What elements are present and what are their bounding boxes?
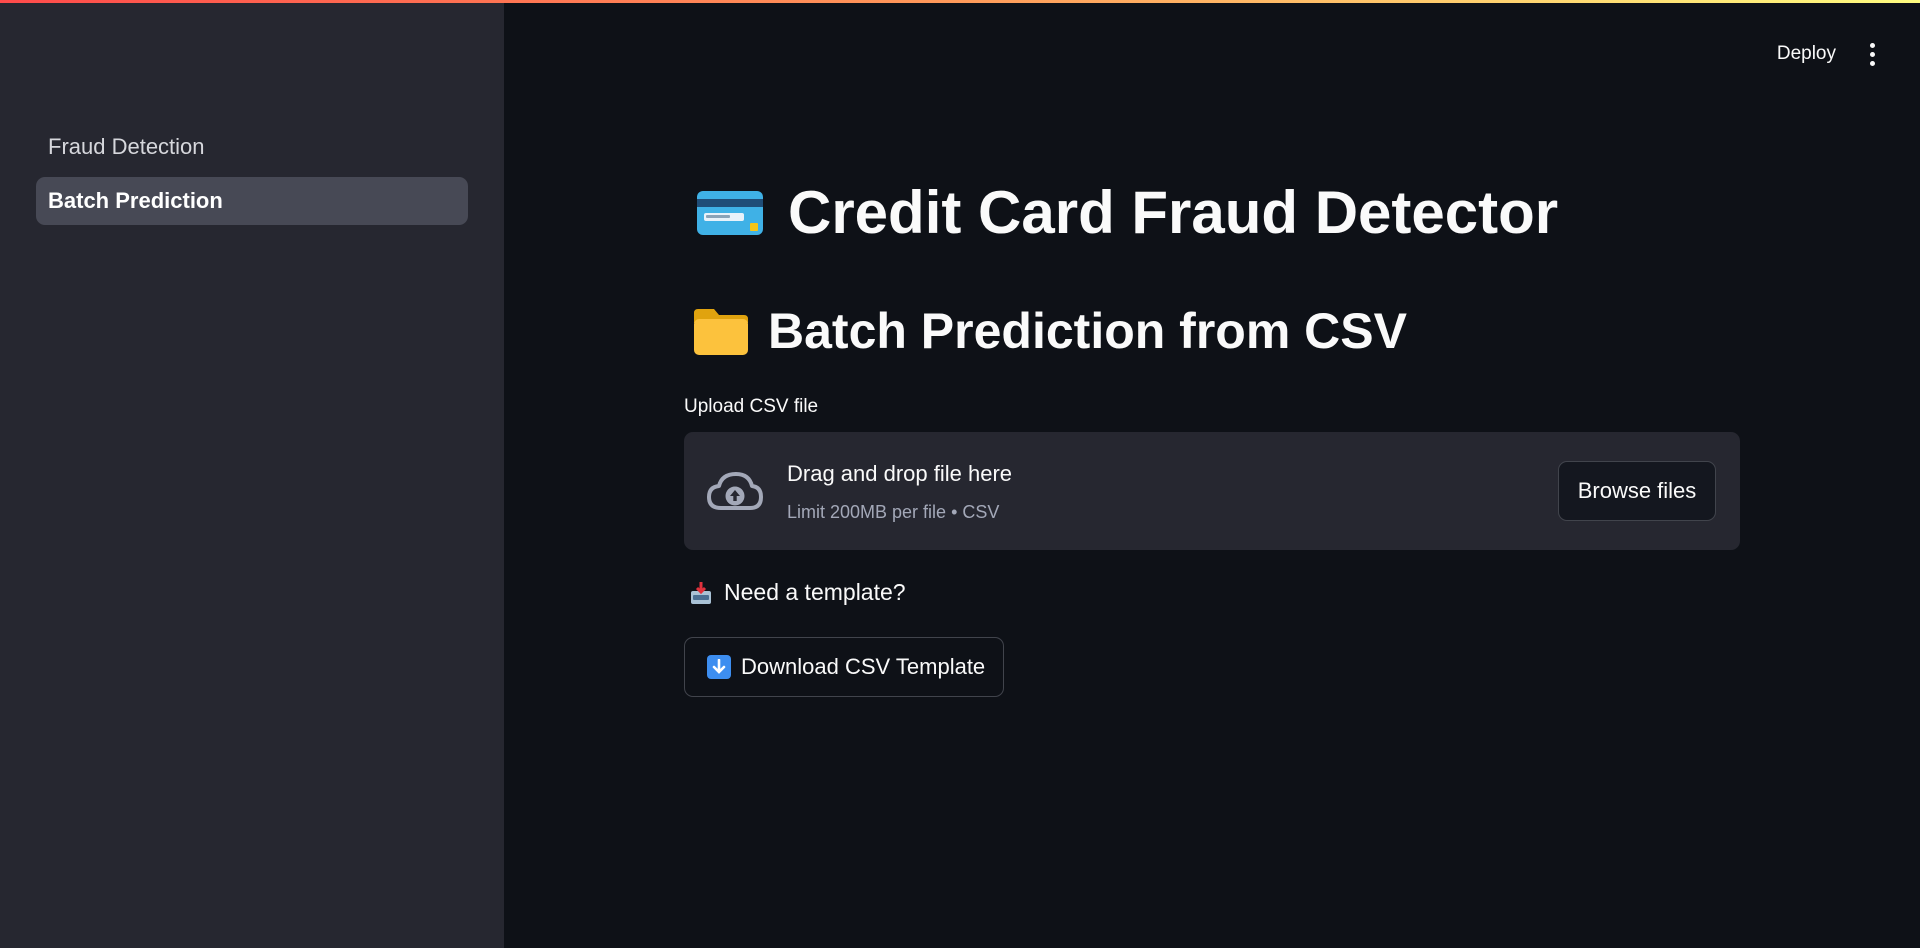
sidebar: Fraud Detection Batch Prediction <box>0 0 504 948</box>
page-title: Credit Card Fraud Detector <box>788 179 1559 246</box>
kebab-menu-icon[interactable] <box>1862 40 1882 68</box>
sidebar-item-label: Fraud Detection <box>48 134 205 159</box>
folder-icon <box>694 309 748 355</box>
down-arrow-icon <box>707 655 731 679</box>
cloud-upload-icon <box>707 472 763 510</box>
credit-card-icon <box>697 190 763 235</box>
download-template-button[interactable]: Download CSV Template <box>684 637 1004 697</box>
top-accent-bar <box>0 0 1920 3</box>
inbox-tray-icon <box>691 581 711 604</box>
browse-files-button[interactable]: Browse files <box>1558 461 1716 521</box>
section-header-row: Batch Prediction from CSV <box>692 302 1407 360</box>
dropzone-instruction: Drag and drop file here <box>787 461 1013 486</box>
sidebar-item-fraud-detection[interactable]: Fraud Detection <box>36 123 468 171</box>
sidebar-item-batch-prediction[interactable]: Batch Prediction <box>36 177 468 225</box>
header-actions: Deploy <box>1777 36 1882 72</box>
sidebar-item-label: Batch Prediction <box>48 188 223 213</box>
template-prompt-row: Need a template? <box>690 579 906 606</box>
file-dropzone[interactable]: Drag and drop file here Limit 200MB per … <box>684 432 1740 550</box>
section-header: Batch Prediction from CSV <box>768 303 1407 359</box>
download-button-label: Download CSV Template <box>741 654 986 679</box>
page-title-row: Credit Card Fraud Detector <box>696 178 1558 247</box>
deploy-button[interactable]: Deploy <box>1777 43 1836 65</box>
dropzone-limit-text: Limit 200MB per file • CSV <box>787 502 1000 522</box>
template-prompt: Need a template? <box>724 579 906 605</box>
upload-label: Upload CSV file <box>684 396 819 417</box>
